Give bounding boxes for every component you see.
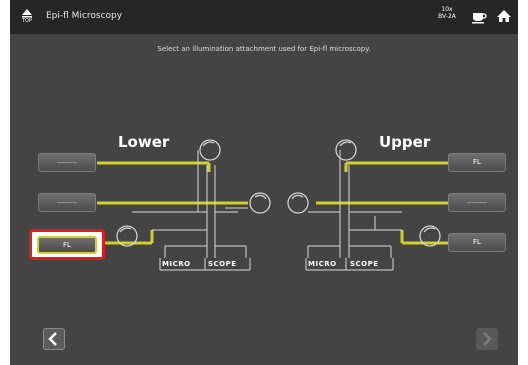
microscope-label-right-micro: MICRO: [308, 260, 337, 268]
upper-label: Upper: [379, 133, 431, 151]
chevron-left-icon: [48, 332, 57, 346]
microscope-label-left-scope: SCOPE: [208, 260, 237, 268]
epi-fl-screen: TOP Epi-fl Microscopy 10x BV-2A Select a…: [10, 0, 518, 365]
lower-port-3-button[interactable]: FL: [37, 236, 97, 254]
microscope-label-left-micro: MICRO: [162, 260, 191, 268]
upper-port-3-button[interactable]: FL: [448, 233, 506, 252]
upper-path-1: [344, 161, 454, 172]
light-path-diagram: [97, 139, 454, 271]
lower-path-3: [102, 230, 154, 245]
upper-path-3: [400, 230, 454, 245]
empty-port-dash: [467, 201, 487, 203]
lower-port-1-button[interactable]: [38, 153, 96, 172]
empty-port-dash: [57, 201, 77, 203]
chevron-right-icon: [483, 332, 492, 346]
upper-port-1-button[interactable]: FL: [448, 153, 506, 172]
upper-lamp-top: [335, 139, 357, 161]
upper-port-2-button[interactable]: [448, 193, 506, 212]
lower-port-2-button[interactable]: [38, 193, 96, 212]
lower-label: Lower: [118, 133, 170, 151]
next-button[interactable]: [476, 328, 498, 350]
empty-port-dash: [57, 161, 77, 163]
selection-highlight: FL: [29, 229, 105, 260]
upper-lamp-middle: [287, 192, 309, 214]
back-button[interactable]: [43, 328, 65, 350]
lower-lamp-middle: [249, 192, 271, 214]
microscope-label-right-scope: SCOPE: [350, 260, 379, 268]
lower-lamp-top: [199, 139, 221, 161]
lower-path-1: [97, 161, 211, 172]
